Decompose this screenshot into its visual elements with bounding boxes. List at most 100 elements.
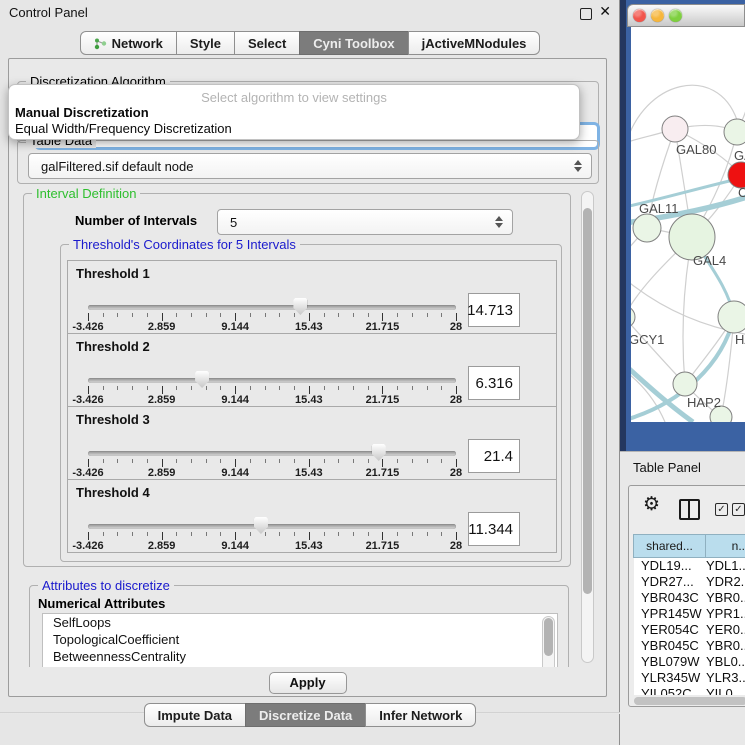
tab-label: Impute Data [158, 708, 232, 723]
table-horizontal-scrollbar[interactable] [634, 697, 745, 705]
tick-mark [117, 313, 118, 317]
tick-mark [397, 386, 398, 390]
list-item[interactable]: BetweennessCentrality [43, 648, 557, 665]
tick-mark [279, 313, 280, 317]
threshold-box: Threshold 2 -3.4262.8599.14415.4321.71528… [67, 333, 557, 407]
network-node[interactable] [718, 301, 745, 333]
tick-label: 15.43 [295, 467, 323, 479]
threshold-value-field[interactable]: 21.4 [468, 439, 520, 473]
threshold-slider[interactable]: -3.4262.8599.14415.4321.71528 [88, 297, 456, 333]
network-node[interactable] [724, 119, 745, 145]
tick-mark [117, 386, 118, 390]
threshold-label: Threshold 2 [76, 339, 150, 354]
network-node[interactable] [662, 116, 688, 142]
zoom-button[interactable] [669, 9, 682, 22]
table-row[interactable]: YLR345WYLR3... [634, 670, 745, 686]
table-cell: YBL0... [706, 654, 745, 670]
network-edge[interactable] [631, 317, 685, 384]
threshold-slider[interactable]: -3.4262.8599.14415.4321.71528 [88, 516, 456, 552]
table-data-combobox[interactable]: galFiltered.sif default node [28, 153, 592, 179]
table-cell: YDL19... [634, 558, 706, 574]
dropdown-hint: Select algorithm to view settings [9, 90, 579, 105]
tick-mark [162, 459, 163, 467]
tick-mark [191, 313, 192, 317]
threshold-value-field[interactable]: 11.344 [468, 512, 520, 546]
tab-network[interactable]: Network [80, 31, 177, 55]
attributes-listbox[interactable]: SelfLoopsTopologicalCoefficientBetweenne… [42, 613, 558, 667]
scrollbar-thumb[interactable] [583, 208, 592, 594]
dropdown-item[interactable]: Equal Width/Frequency Discretization [15, 121, 232, 136]
table-cell: YPR1... [706, 606, 745, 622]
tick-mark [206, 386, 207, 390]
attributes-list-scrollbar[interactable] [542, 616, 555, 667]
gear-icon[interactable]: ⚙ [643, 493, 660, 515]
table-row[interactable]: YDL19...YDL1... [634, 558, 745, 574]
tab-discretize-data[interactable]: Discretize Data [245, 703, 366, 727]
tab-select[interactable]: Select [234, 31, 300, 55]
table-row[interactable]: YBR045CYBR0... [634, 638, 745, 654]
apply-button[interactable]: Apply [269, 672, 347, 694]
tick-mark [412, 532, 413, 536]
tab-cyni-toolbox[interactable]: Cyni Toolbox [299, 31, 408, 55]
network-node[interactable] [631, 306, 635, 328]
minimize-button[interactable] [651, 9, 664, 22]
threshold-value-field[interactable]: 14.713 [468, 293, 520, 327]
threshold-box: Threshold 3-3.4262.8599.14415.4321.71528… [67, 406, 557, 480]
table-row[interactable]: YDR27...YDR2... [634, 574, 745, 590]
table-row[interactable]: YIL052CYIL0... [634, 686, 745, 695]
window-edge-shadow [620, 0, 626, 451]
tab-infer-network[interactable]: Infer Network [365, 703, 476, 727]
network-window-frame: GAL80GAGAL11CGAL4GCY1HAHAP2 [620, 0, 745, 451]
network-canvas[interactable]: GAL80GAGAL11CGAL4GCY1HAHAP2 [631, 27, 745, 422]
tick-mark [220, 313, 221, 317]
slider-track[interactable] [88, 451, 456, 456]
table-row[interactable]: YPR145WYPR1... [634, 606, 745, 622]
network-node[interactable] [633, 214, 661, 242]
scrollbar-thumb[interactable] [544, 618, 553, 656]
settings-vertical-scrollbar[interactable] [581, 191, 594, 663]
column-header[interactable]: shared... [633, 534, 706, 558]
tick-mark [147, 313, 148, 317]
tick-mark [456, 532, 457, 540]
number-of-intervals-combobox[interactable]: 5 [217, 209, 513, 235]
scrollbar-thumb[interactable] [634, 697, 745, 705]
table-cell: YBL079W [634, 654, 706, 670]
threshold-slider[interactable]: -3.4262.8599.14415.4321.71528 [88, 443, 456, 479]
column-header[interactable]: n... [705, 534, 745, 558]
table-row[interactable]: YBL079WYBL0... [634, 654, 745, 670]
checkbox-checked-icon[interactable]: ✓ [715, 503, 728, 516]
close-icon[interactable]: ✕ [599, 4, 611, 20]
list-item[interactable]: TopologicalCoefficient [43, 631, 557, 648]
number-of-intervals-label: Number of Intervals [75, 213, 197, 228]
tick-label: 9.144 [221, 394, 249, 406]
slider-track[interactable] [88, 305, 456, 310]
float-icon[interactable] [580, 8, 592, 20]
tick-mark [176, 313, 177, 317]
tick-mark [382, 532, 383, 540]
tab-impute-data[interactable]: Impute Data [144, 703, 246, 727]
table-row[interactable]: YBR043CYBR0... [634, 590, 745, 606]
tick-mark [162, 386, 163, 394]
tick-mark [176, 532, 177, 536]
tab-style[interactable]: Style [176, 31, 235, 55]
threshold-slider[interactable]: -3.4262.8599.14415.4321.71528 [88, 370, 456, 406]
settings-scroll-viewport: Interval Definition Number of Intervals … [15, 187, 601, 667]
tab-jactivemnodules[interactable]: jActiveMNodules [408, 31, 541, 55]
list-item[interactable]: SelfLoops [43, 614, 557, 631]
split-columns-icon[interactable] [679, 499, 700, 520]
tick-mark [427, 386, 428, 390]
threshold-value-field[interactable]: 6.316 [468, 366, 520, 400]
network-node[interactable] [673, 372, 697, 396]
close-button[interactable] [633, 9, 646, 22]
table-cell: YPR145W [634, 606, 706, 622]
tick-label: 28 [450, 394, 462, 406]
tick-mark [368, 313, 369, 317]
tick-mark [191, 459, 192, 463]
table-row[interactable]: YER054CYER0... [634, 622, 745, 638]
slider-track[interactable] [88, 524, 456, 529]
slider-track[interactable] [88, 378, 456, 383]
dropdown-item[interactable]: Manual Discretization [15, 105, 149, 120]
tick-mark [132, 313, 133, 317]
tick-mark [427, 313, 428, 317]
checkbox-checked-icon[interactable]: ✓ [732, 503, 745, 516]
